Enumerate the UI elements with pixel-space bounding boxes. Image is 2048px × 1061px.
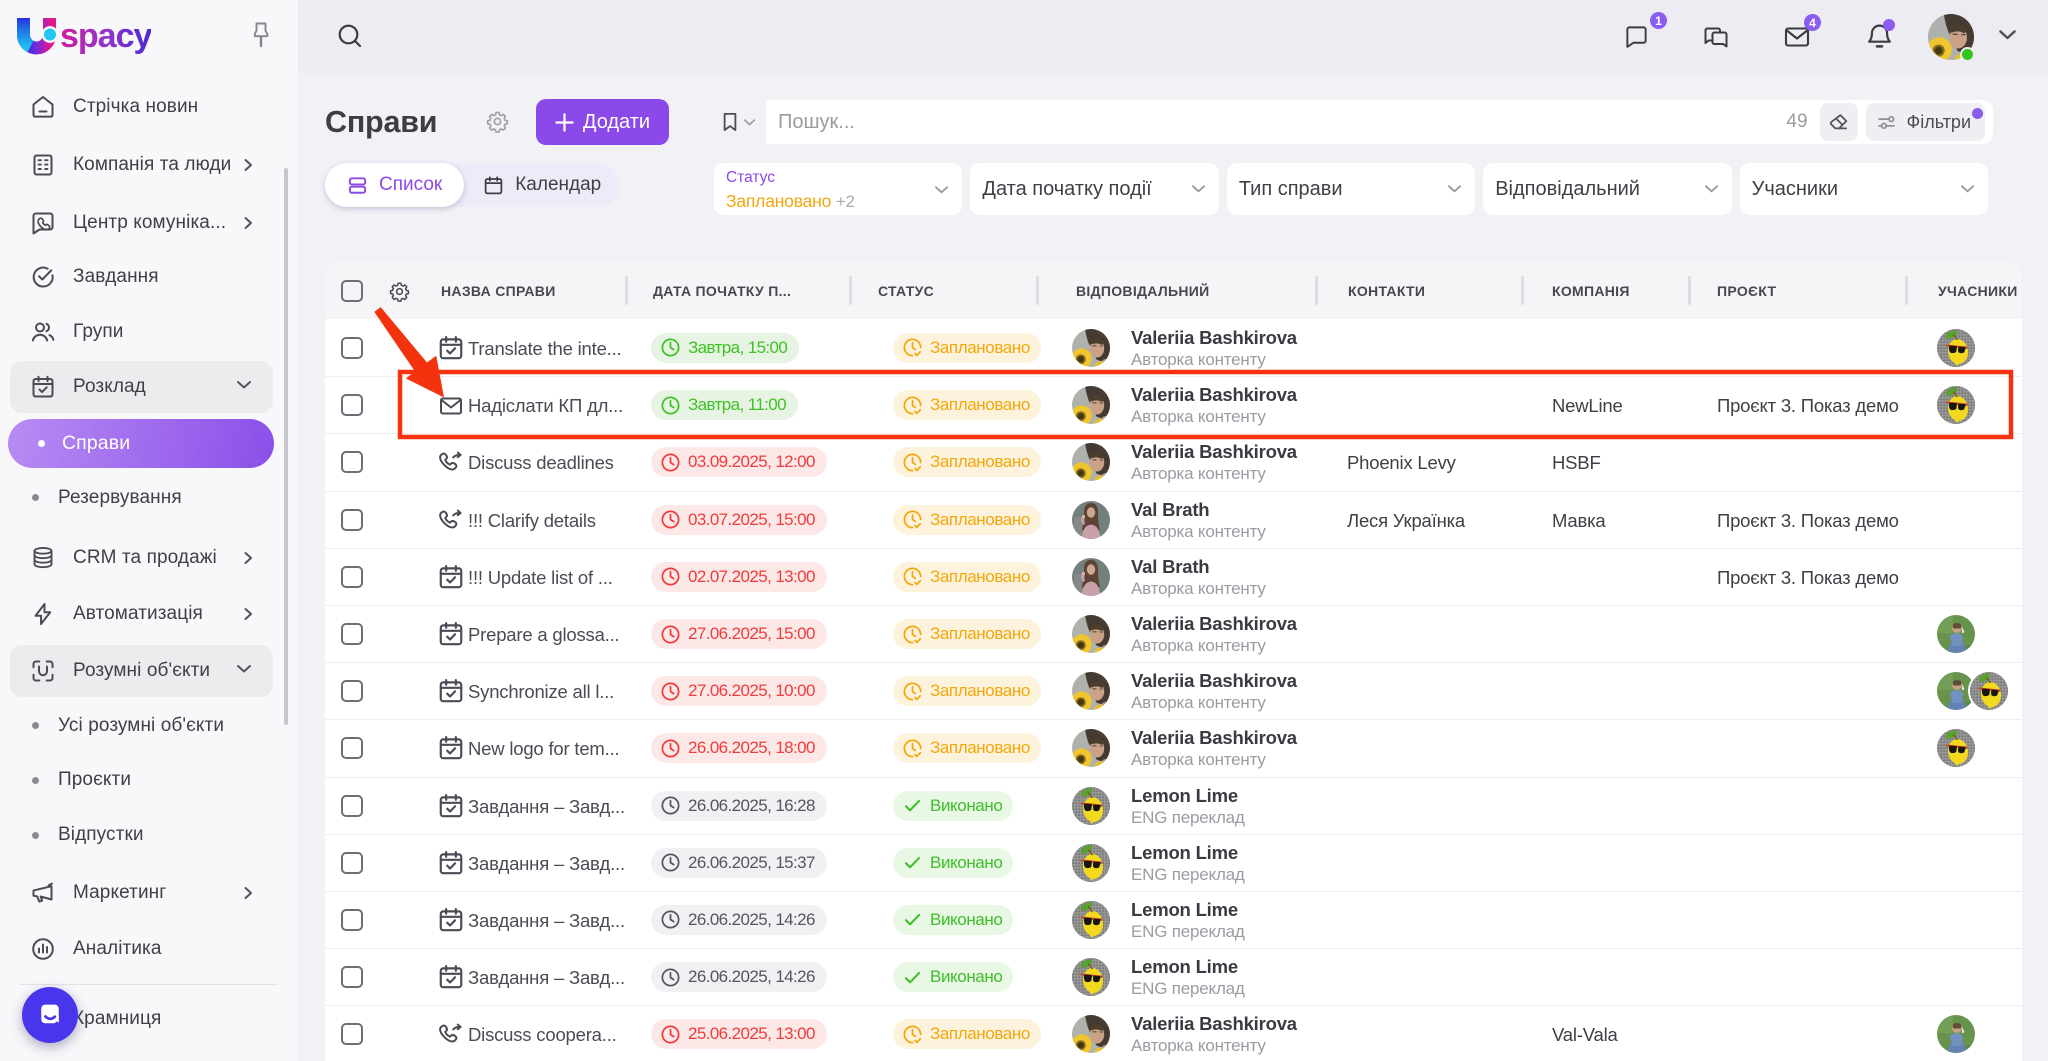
svg-text:spacy: spacy [60, 17, 151, 55]
